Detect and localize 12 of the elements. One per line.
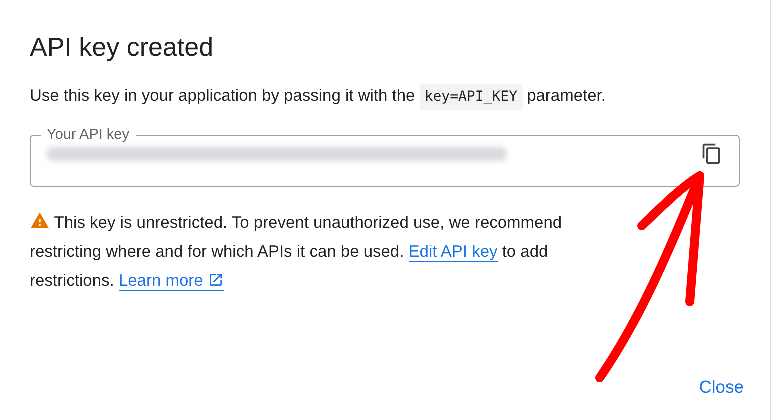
learn-more-link[interactable]: Learn more [118, 272, 224, 291]
field-label: Your API key [46, 127, 130, 143]
close-button[interactable]: Close [693, 371, 750, 404]
intro-text: Use this key in your application by passing it with the key=API_KEY parameter. [30, 83, 606, 110]
api-key-field[interactable]: Your API key [30, 127, 740, 187]
copy-icon[interactable] [701, 143, 723, 165]
code-snippet: key=API_KEY [420, 84, 522, 110]
warning-text: This key is unrestricted. To prevent unauthorized use, we recommend restricting where and for which APIs it can be used. Edit API key to add restrictions. Learn more [30, 209, 635, 296]
dialog-title: API key created [30, 32, 214, 63]
edit-api-key-link[interactable]: Edit API key [408, 243, 498, 262]
external-link-icon [208, 272, 224, 288]
warning-icon [30, 211, 50, 231]
